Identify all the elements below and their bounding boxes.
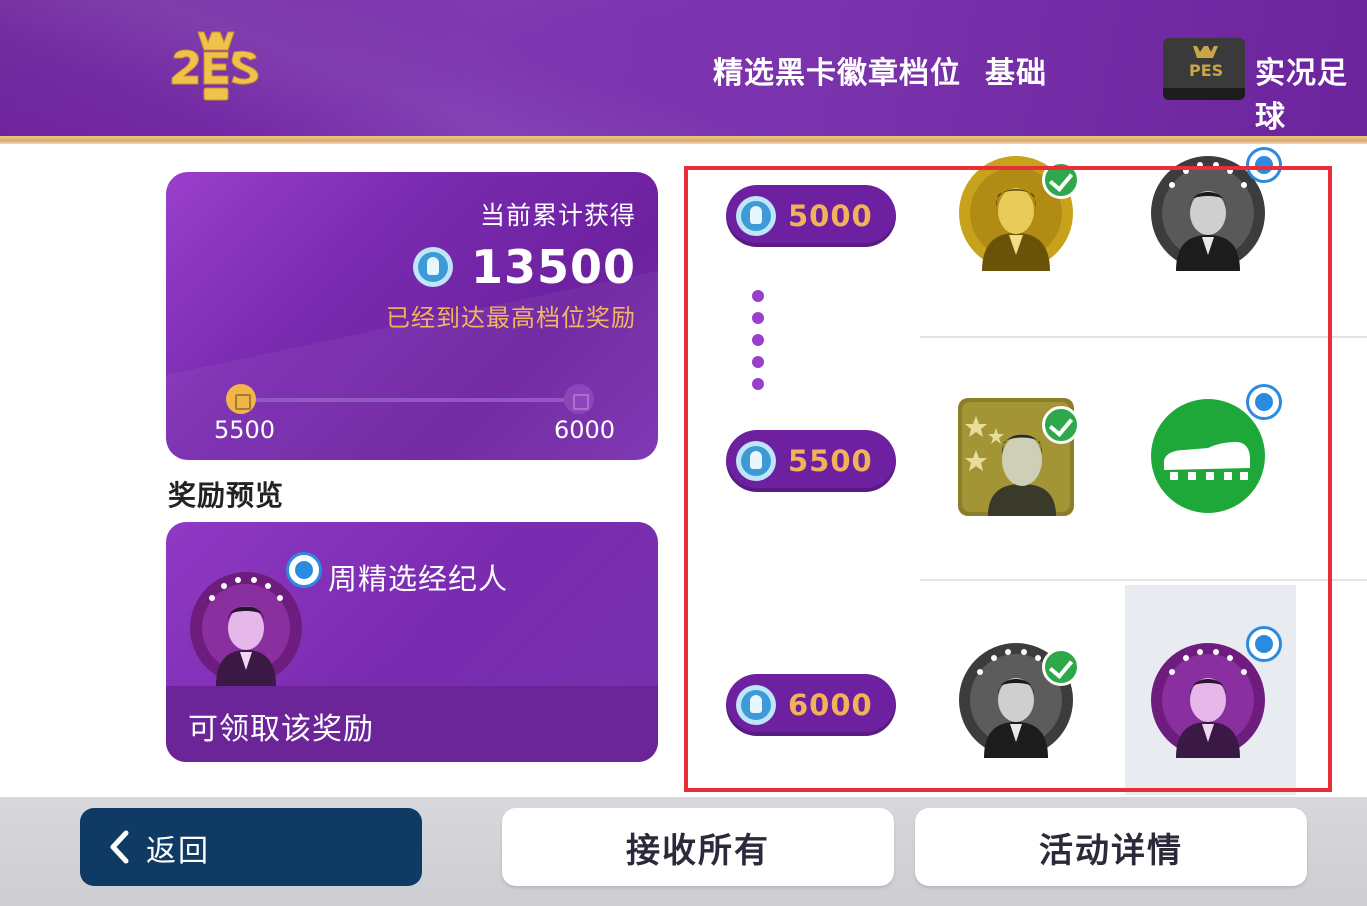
agent-portrait-icon [190, 572, 302, 686]
back-button-label: 返回 [146, 834, 210, 869]
reward-football-boots[interactable] [1150, 384, 1282, 518]
claimed-check-icon [1042, 406, 1080, 444]
badge-coin-icon [412, 247, 453, 287]
accumulated-total-value: 13500 [470, 240, 636, 294]
tier-amount: 5000 [788, 199, 873, 233]
football-boot-icon [1151, 399, 1265, 513]
reward-claim-status: 可领取该奖励 [188, 712, 374, 747]
event-details-button[interactable]: 活动详情 [915, 808, 1307, 886]
tier-pill-5500: 5500 [726, 430, 896, 492]
tier-amount: 5500 [788, 444, 873, 478]
accumulated-summary-card: 当前累计获得 13500 已经到达最高档位奖励 5500 6000 [166, 172, 658, 460]
row-divider [920, 336, 1367, 338]
reward-black-agent[interactable] [958, 642, 1080, 762]
badge-coin-icon [736, 441, 776, 481]
claimed-check-icon [1042, 161, 1080, 199]
pes-mini-logo-icon: PES [1189, 46, 1223, 80]
reward-black-manager[interactable] [1150, 147, 1282, 275]
nav-tab-efootball[interactable]: 实况足球 [1255, 48, 1367, 136]
reward-name: 周精选经纪人 [328, 562, 509, 596]
top-header: 精选黑卡徽章档位 基础 PES 实况足球 [0, 0, 1367, 140]
badge-coin-icon [736, 196, 776, 236]
reward-preview-heading: 奖励预览 [168, 479, 285, 512]
tap-hand-badge-icon [286, 552, 322, 588]
gift-icon-end [564, 384, 594, 414]
nav-tab-black-card-tier[interactable]: 精选黑卡徽章档位 [713, 48, 961, 92]
reward-gold-player-card[interactable] [958, 398, 1080, 520]
tap-hand-badge-icon [1246, 384, 1282, 420]
tier-pill-5000: 5000 [726, 185, 896, 247]
tier-pill-6000: 6000 [726, 674, 896, 736]
gift-icon-start [226, 384, 256, 414]
tier-progress-dots [752, 290, 764, 390]
chevron-left-icon [110, 830, 129, 864]
progress-start-label: 5500 [214, 416, 276, 444]
purple-agent-portrait-icon [1151, 643, 1265, 758]
tap-hand-badge-icon [1246, 626, 1282, 662]
pes-logo [171, 31, 259, 101]
progress-end-label: 6000 [554, 416, 616, 444]
max-tier-status: 已经到达最高档位奖励 [386, 304, 636, 332]
claimed-check-icon [1042, 648, 1080, 686]
reward-weekly-agent[interactable] [1150, 626, 1282, 762]
reward-gold-manager[interactable] [958, 155, 1080, 275]
badge-coin-icon [736, 685, 776, 725]
pes-badge-icon[interactable]: PES [1163, 38, 1245, 100]
tier-amount: 6000 [788, 688, 873, 722]
reward-preview-card[interactable]: 周精选经纪人 可领取该奖励 [166, 522, 658, 762]
header-accent-strip [0, 136, 1367, 144]
tier-progress-bar [240, 398, 570, 402]
svg-text:PES: PES [1189, 61, 1223, 80]
accumulated-title: 当前累计获得 [479, 201, 636, 230]
accumulated-total-row: 13500 [412, 240, 636, 294]
claim-all-button[interactable]: 接收所有 [502, 808, 894, 886]
row-divider [920, 579, 1367, 581]
nav-tab-basic[interactable]: 基础 [985, 48, 1047, 92]
back-button[interactable]: 返回 [80, 808, 422, 886]
tap-hand-badge-icon [1246, 147, 1282, 183]
